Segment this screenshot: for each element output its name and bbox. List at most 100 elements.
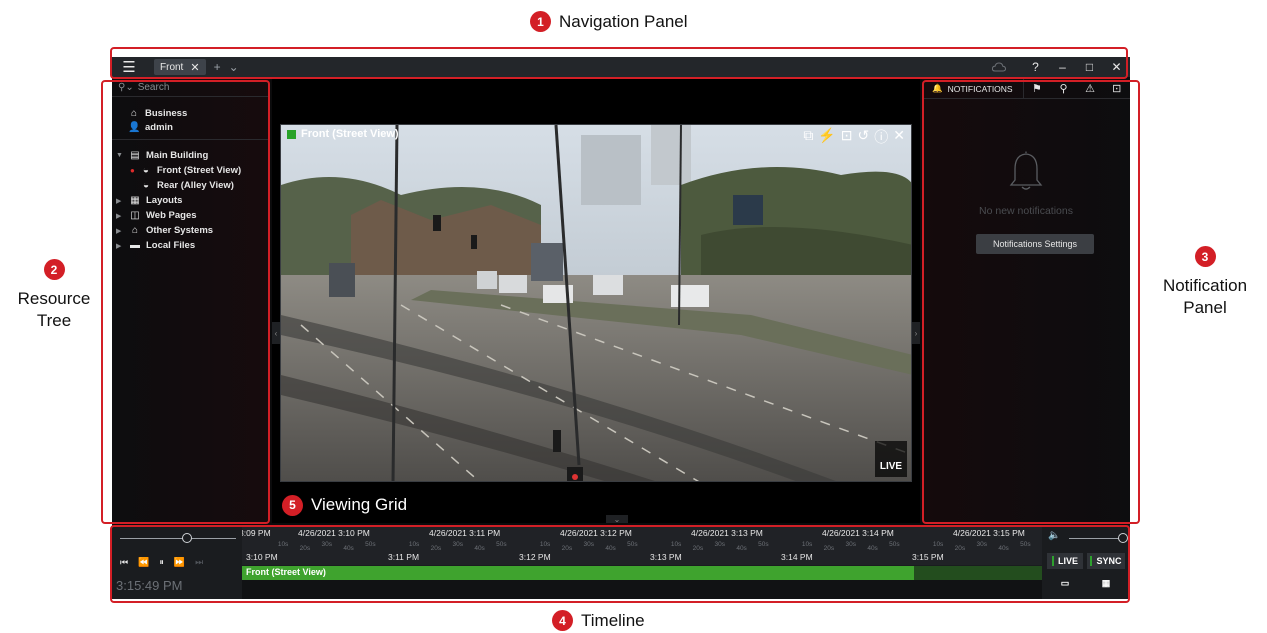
timeline-date: 3:09 PM <box>242 528 271 538</box>
navigation-panel: ☰ Front ✕ + ⌄ ? – □ ✕ <box>112 57 1130 77</box>
volume-slider-knob[interactable] <box>1118 533 1128 543</box>
callout-viewing-grid: 5 Viewing Grid <box>282 489 457 521</box>
collapsed-arrow-icon[interactable]: ▶ <box>116 212 124 220</box>
collapse-left-handle[interactable]: ‹ <box>272 322 280 344</box>
tree-item-local-files[interactable]: ▶ ▬ Local Files <box>116 240 195 251</box>
analytics-icon[interactable]: ⊡ <box>1103 79 1130 99</box>
live-indicator: LIVE <box>875 441 907 477</box>
timeline-second-tick: 50s <box>627 541 638 548</box>
camera-icon: ◒ <box>142 180 150 191</box>
bookmark-icon[interactable]: ⚲ <box>1050 79 1077 99</box>
close-window-button[interactable]: ✕ <box>1103 60 1130 74</box>
minimize-button[interactable]: – <box>1049 60 1076 74</box>
camera-tile[interactable]: Front (Street View) ⧉ ⚡ ⊡ ↺ ⓘ ✕ LIVE <box>280 124 912 482</box>
tree-item-front-camera[interactable]: ● ◒ Front (Street View) <box>130 165 241 176</box>
close-icon[interactable]: ✕ <box>893 127 905 147</box>
collapsed-arrow-icon[interactable]: ▶ <box>116 242 124 250</box>
collapse-bottom-handle[interactable]: ⌄ <box>606 515 628 524</box>
tree-item-label: Other Systems <box>146 225 214 236</box>
tree-item-label: admin <box>145 122 173 133</box>
callout-label: Navigation Panel <box>559 11 688 31</box>
playback-controls: ⏮ ⏪ ⏸ ⏩ ⏭ <box>120 557 203 568</box>
tree-item-web-pages[interactable]: ▶ ◫ Web Pages <box>116 210 197 221</box>
tree-server-item[interactable]: ⌂ Business <box>128 108 187 119</box>
tab-front[interactable]: Front ✕ <box>154 59 206 75</box>
tree-item-label: Main Building <box>146 150 209 161</box>
tree-item-label: Business <box>145 108 188 119</box>
zoom-icon[interactable]: ⊡ <box>841 127 853 147</box>
timeline-second-tick: 20s <box>561 545 573 552</box>
timeline-minute-label: 3:12 PM <box>519 552 551 562</box>
info-icon[interactable]: ⓘ <box>874 127 888 147</box>
button-label: LIVE <box>1057 556 1078 566</box>
timeline-second-tick: 50s <box>758 541 769 548</box>
motion-search-icon[interactable]: ⚑ <box>1024 79 1051 99</box>
timeline-right-controls: 🔈 LIVE SYNC ▭ ▦ <box>1042 525 1130 599</box>
layouts-icon: ▦ <box>130 195 140 206</box>
tree-item-rear-camera[interactable]: ◒ Rear (Alley View) <box>140 180 234 191</box>
timeline-second-tick: 20s <box>430 545 442 552</box>
timeline-second-tick: 10s <box>408 541 420 548</box>
live-button[interactable]: LIVE <box>1047 553 1083 569</box>
sync-button[interactable]: SYNC <box>1087 553 1125 569</box>
timeline-minute-label: 3:10 PM <box>246 552 278 562</box>
callout-number: 4 <box>552 610 573 631</box>
callout-label: Notification Panel <box>1162 276 1248 317</box>
tab-close-icon[interactable]: ✕ <box>190 61 199 74</box>
speed-slider-track[interactable] <box>120 538 236 539</box>
home-icon: ⌂ <box>130 108 138 119</box>
timeline-scrollbar[interactable] <box>242 580 1042 599</box>
cloud-icon[interactable] <box>988 57 1010 77</box>
pause-icon[interactable]: ⏸ <box>159 557 164 568</box>
folder-icon: ▬ <box>130 240 140 251</box>
calendar-icon[interactable]: ▦ <box>1087 575 1125 591</box>
timeline-second-tick: 30s <box>321 541 332 548</box>
hamburger-icon[interactable]: ☰ <box>112 57 146 77</box>
tree-item-main-building[interactable]: ▼ ▤ Main Building <box>116 150 208 161</box>
skip-end-icon[interactable]: ⏭ <box>195 557 203 568</box>
timeline-ruler[interactable]: 3:09 PM 4/26/2021 3:10 PM 4/26/2021 3:11… <box>242 525 1042 565</box>
screenshot-icon[interactable]: ⧉ <box>803 127 813 147</box>
fast-forward-icon[interactable]: ⏩ <box>174 557 185 568</box>
timeline-recording-track[interactable]: Front (Street View) <box>242 566 1042 580</box>
collapsed-arrow-icon[interactable]: ▶ <box>116 197 124 205</box>
warning-icon[interactable]: ⚠ <box>1077 79 1104 99</box>
speed-slider-knob[interactable] <box>182 533 192 543</box>
timeline-second-tick: 40s <box>605 545 616 552</box>
tree-user-item[interactable]: 👤 admin <box>128 122 173 133</box>
callout-number: 2 <box>43 259 65 280</box>
timeline-second-tick: 20s <box>692 545 704 552</box>
search-box[interactable]: ⚲⌄ Search <box>112 79 270 97</box>
rotate-icon[interactable]: ↺ <box>858 127 870 147</box>
rewind-icon[interactable]: ⏪ <box>138 557 149 568</box>
house-outline-icon: ⌂ <box>131 225 139 236</box>
timeline-second-tick: 40s <box>736 545 747 552</box>
viewing-grid: ‹ › ⌄ Front (Street View) ⧉ ⚡ ⊡ ↺ ⓘ ✕ LI… <box>272 79 920 524</box>
help-button[interactable]: ? <box>1022 60 1049 74</box>
volume-slider-track[interactable] <box>1069 538 1124 539</box>
tree-item-other-systems[interactable]: ▶ ⌂ Other Systems <box>116 225 213 236</box>
bell-icon: 🔔 <box>932 83 943 93</box>
tree-item-layouts[interactable]: ▶ ▦ Layouts <box>116 195 182 206</box>
tab-label: Front <box>160 61 184 73</box>
motion-icon[interactable]: ⚡ <box>818 127 835 147</box>
search-input[interactable]: Search <box>138 82 170 93</box>
collapse-right-handle[interactable]: › <box>912 322 920 344</box>
add-tab-icon[interactable]: + <box>214 60 221 74</box>
expanded-arrow-icon[interactable]: ▼ <box>116 152 124 159</box>
volume-icon[interactable]: 🔈 <box>1048 530 1060 541</box>
timeline-zoom-icon[interactable]: ▭ <box>1047 575 1083 591</box>
skip-start-icon[interactable]: ⏮ <box>120 557 128 568</box>
callout-resource-tree: 2 Resource Tree <box>6 259 102 332</box>
live-status-bar <box>1051 556 1054 566</box>
timeline-second-tick: 30s <box>845 541 856 548</box>
notification-settings-button[interactable]: Notifications Settings <box>976 234 1094 254</box>
camera-title: Front (Street View) <box>301 128 399 140</box>
tab-notifications[interactable]: 🔔 NOTIFICATIONS <box>922 78 1024 99</box>
maximize-button[interactable]: □ <box>1076 60 1103 74</box>
timeline-second-tick: 30s <box>714 541 725 548</box>
timeline-second-tick: 40s <box>998 545 1009 552</box>
tab-list-chevron-icon[interactable]: ⌄ <box>229 60 239 74</box>
recording-chunk <box>242 566 914 580</box>
collapsed-arrow-icon[interactable]: ▶ <box>116 227 124 235</box>
